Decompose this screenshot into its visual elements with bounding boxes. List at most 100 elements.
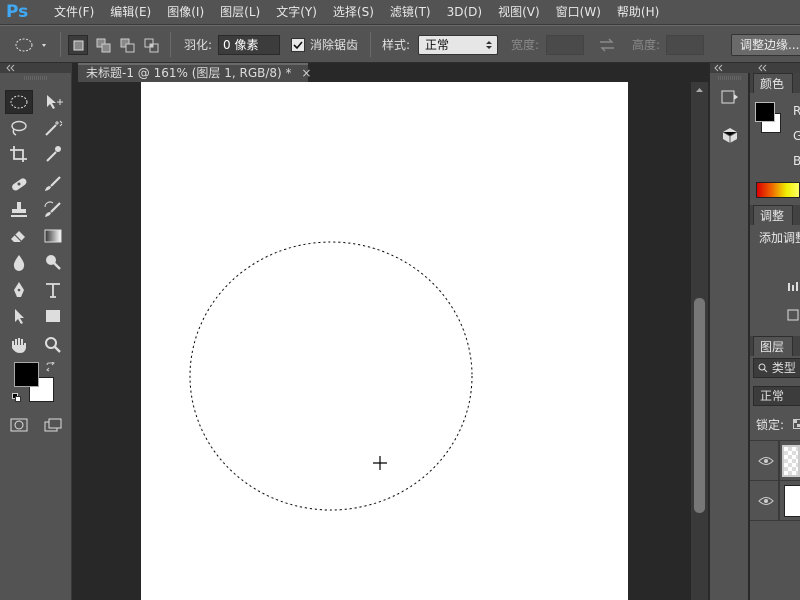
crop-icon: [10, 146, 27, 162]
menu-help[interactable]: 帮助(H): [609, 0, 667, 25]
gradient-tool[interactable]: [39, 224, 67, 248]
history-panel-button[interactable]: [716, 85, 744, 109]
document-tab[interactable]: 未标题-1 @ 161% (图层 1, RGB/8) * ×: [78, 63, 311, 82]
move-icon: [47, 95, 63, 109]
add-selection-icon: [96, 38, 111, 53]
history-icon: [721, 90, 738, 104]
menu-type[interactable]: 文字(Y): [268, 0, 325, 25]
layer-row-background[interactable]: [750, 481, 800, 521]
menu-filter[interactable]: 滤镜(T): [382, 0, 439, 25]
color-panel-tab[interactable]: 颜色: [753, 73, 793, 93]
pen-tool[interactable]: [5, 278, 33, 302]
style-select[interactable]: 正常: [418, 34, 498, 55]
toolbox-header[interactable]: [0, 63, 72, 73]
menu-window[interactable]: 窗口(W): [548, 0, 609, 25]
channel-r-label: R: [793, 104, 800, 118]
layers-tab-label: 图层: [760, 340, 785, 354]
menu-image[interactable]: 图像(I): [159, 0, 212, 25]
elliptical-marquee-tool[interactable]: [5, 90, 33, 114]
lock-transparent-icon[interactable]: [793, 419, 800, 429]
menu-edit[interactable]: 编辑(E): [102, 0, 159, 25]
zoom-tool[interactable]: [39, 333, 67, 357]
magic-wand-tool[interactable]: [39, 116, 67, 140]
layer-filter-label: 类型: [771, 361, 796, 375]
add-adjustment-label: 添加调整: [759, 231, 800, 245]
panels-header[interactable]: [750, 63, 800, 73]
layer-filter-select[interactable]: 类型: [753, 358, 800, 378]
scroll-up-icon[interactable]: [691, 84, 708, 96]
visibility-eye-icon[interactable]: [758, 456, 774, 466]
eyedropper-tool[interactable]: [39, 142, 67, 166]
brush-tool[interactable]: [39, 172, 67, 196]
selection-overlay: [189, 241, 473, 511]
tool-preset-picker[interactable]: [8, 26, 50, 63]
elliptical-marquee-preset-icon: [15, 38, 46, 51]
panel-icon-dock: [709, 63, 750, 600]
screen-mode-icon: [44, 418, 62, 432]
eraser-tool[interactable]: [5, 224, 33, 248]
crop-tool[interactable]: [5, 142, 33, 166]
blur-tool[interactable]: [5, 250, 33, 274]
panel-foreground-swatch[interactable]: [755, 102, 775, 122]
width-label: 宽度:: [511, 38, 540, 52]
ps-logo: Ps: [6, 2, 29, 22]
quick-mask-button[interactable]: [5, 413, 33, 437]
feather-input[interactable]: 0 像素: [218, 34, 280, 55]
add-to-selection-button[interactable]: [93, 35, 113, 55]
type-tool[interactable]: [39, 278, 67, 302]
canvas[interactable]: [141, 82, 628, 600]
menu-layer[interactable]: 图层(L): [212, 0, 268, 25]
dock-header[interactable]: [710, 63, 750, 73]
crosshair-cursor-icon: [373, 456, 387, 470]
curves-icon[interactable]: [787, 309, 799, 321]
history-brush-tool[interactable]: [39, 198, 67, 222]
hand-tool[interactable]: [5, 333, 33, 357]
vertical-scrollbar[interactable]: [691, 82, 708, 600]
color-tab-label: 颜色: [760, 77, 785, 91]
rectangle-tool[interactable]: [39, 304, 67, 328]
visibility-eye-icon[interactable]: [758, 496, 774, 506]
menu-file[interactable]: 文件(F): [46, 0, 102, 25]
feather-label: 羽化:: [184, 38, 213, 52]
new-selection-button[interactable]: [68, 35, 88, 55]
menu-3d[interactable]: 3D(D): [439, 0, 490, 25]
eyedropper-icon: [46, 146, 61, 162]
color-ramp[interactable]: [756, 182, 800, 198]
refine-edge-button[interactable]: 调整边缘...: [731, 33, 800, 56]
style-label: 样式:: [382, 38, 411, 52]
swap-colors-icon[interactable]: [46, 362, 56, 372]
levels-icon[interactable]: [787, 281, 799, 293]
layers-panel-tab[interactable]: 图层: [753, 336, 793, 356]
antialias-checkbox[interactable]: 消除锯齿: [291, 26, 358, 63]
stamp-icon: [11, 202, 27, 217]
menu-bar: Ps 文件(F) 编辑(E) 图像(I) 图层(L) 文字(Y) 选择(S) 滤…: [0, 0, 800, 25]
pen-icon: [14, 282, 24, 297]
collapse-arrows-icon: [6, 64, 15, 72]
bandage-icon: [12, 178, 27, 191]
move-tool[interactable]: [39, 90, 67, 114]
spot-healing-tool[interactable]: [5, 172, 33, 196]
3d-panel-button[interactable]: [716, 123, 744, 147]
subtract-selection-icon: [120, 38, 135, 53]
menu-view[interactable]: 视图(V): [490, 0, 548, 25]
layer-row-layer1[interactable]: [750, 440, 800, 482]
blend-mode-select[interactable]: 正常: [753, 386, 800, 406]
magic-wand-icon: [45, 120, 63, 136]
screen-mode-button[interactable]: [39, 413, 67, 437]
intersect-selection-button[interactable]: [141, 35, 161, 55]
foreground-color-swatch[interactable]: [14, 362, 39, 387]
default-colors-icon[interactable]: [12, 393, 22, 403]
dodge-tool[interactable]: [39, 250, 67, 274]
eraser-icon: [11, 231, 25, 242]
adjustments-panel-tab[interactable]: 调整: [753, 205, 793, 225]
subtract-selection-button[interactable]: [117, 35, 137, 55]
close-tab-icon[interactable]: ×: [301, 66, 311, 80]
hand-icon: [12, 338, 26, 353]
gradient-icon: [44, 229, 62, 243]
path-selection-tool[interactable]: [5, 304, 33, 328]
scrollbar-thumb[interactable]: [694, 298, 705, 513]
cube-icon: [722, 128, 738, 143]
lasso-tool[interactable]: [5, 116, 33, 140]
menu-select[interactable]: 选择(S): [325, 0, 382, 25]
clone-stamp-tool[interactable]: [5, 198, 33, 222]
